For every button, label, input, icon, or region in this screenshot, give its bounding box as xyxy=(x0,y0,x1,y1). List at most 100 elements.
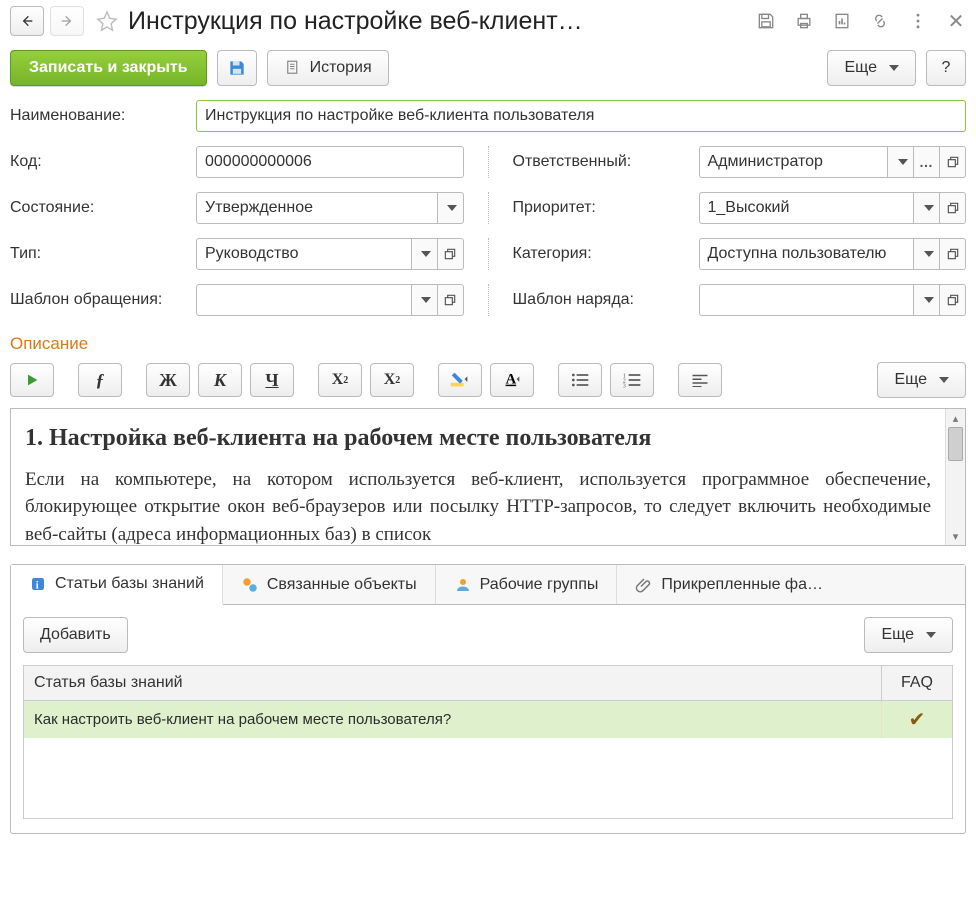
svg-text:3: 3 xyxy=(623,384,626,389)
save-icon[interactable] xyxy=(756,11,776,31)
request-template-dropdown-button[interactable] xyxy=(412,284,438,316)
users-icon xyxy=(454,576,472,594)
info-icon: i xyxy=(29,575,47,593)
back-button[interactable] xyxy=(10,6,44,36)
responsible-label: Ответственный: xyxy=(513,153,699,171)
tab-attachments[interactable]: Прикрепленные фа… xyxy=(617,565,965,604)
print-icon[interactable] xyxy=(794,11,814,31)
responsible-input[interactable]: Администратор xyxy=(699,146,889,178)
favorite-icon[interactable] xyxy=(96,10,118,32)
lower-tabs: i Статьи базы знаний Связанные объекты Р… xyxy=(10,564,966,834)
save-and-close-button[interactable]: Записать и закрыть xyxy=(10,50,207,86)
more-button-label: Еще xyxy=(844,59,877,77)
more-button[interactable]: Еще xyxy=(827,50,916,86)
add-button[interactable]: Добавить xyxy=(23,617,128,653)
close-icon[interactable]: ✕ xyxy=(946,11,966,31)
underline-button[interactable]: Ч xyxy=(250,363,294,397)
priority-label: Приоритет: xyxy=(513,199,699,217)
paperclip-icon xyxy=(635,576,653,594)
type-dropdown-button[interactable] xyxy=(412,238,438,270)
table-row[interactable]: Как настроить веб-клиент на рабочем мест… xyxy=(24,701,952,738)
table-empty-area[interactable] xyxy=(24,738,952,818)
category-dropdown-button[interactable] xyxy=(914,238,940,270)
tab-kb-label: Статьи базы знаний xyxy=(55,575,204,593)
editor-more-button[interactable]: Еще xyxy=(877,362,966,398)
responsible-dropdown-button[interactable] xyxy=(888,146,914,178)
scroll-thumb[interactable] xyxy=(948,427,963,461)
type-label: Тип: xyxy=(10,245,196,263)
link-icon[interactable] xyxy=(870,11,890,31)
tab-knowledge-base[interactable]: i Статьи базы знаний xyxy=(11,565,223,605)
code-input[interactable]: 000000000006 xyxy=(196,146,464,178)
name-input[interactable]: Инструкция по настройке веб-клиента поль… xyxy=(196,100,966,132)
priority-dropdown-button[interactable] xyxy=(914,192,940,224)
tab-linked-objects[interactable]: Связанные объекты xyxy=(223,565,436,604)
request-template-input[interactable] xyxy=(196,284,412,316)
editor-area: 1. Настройка веб-клиента на рабочем мест… xyxy=(10,408,966,546)
title-bar: Инструкция по настройке веб-клиент… ✕ xyxy=(0,0,976,46)
subscript-button[interactable]: X2 xyxy=(370,363,414,397)
command-bar: Записать и закрыть История Еще ? xyxy=(0,46,976,100)
col-article-header[interactable]: Статья базы знаний xyxy=(24,666,882,700)
help-button[interactable]: ? xyxy=(926,50,966,86)
workorder-template-input[interactable] xyxy=(699,284,915,316)
numbered-list-button[interactable]: 123 xyxy=(610,363,654,397)
cell-faq-checkmark: ✔ xyxy=(882,701,952,738)
tab-linked-label: Связанные объекты xyxy=(267,576,417,594)
category-input[interactable]: Доступна пользователю xyxy=(699,238,915,270)
state-input[interactable]: Утвержденное xyxy=(196,192,438,224)
bold-button[interactable]: Ж xyxy=(146,363,190,397)
function-icon[interactable]: ƒ xyxy=(78,363,122,397)
font-color-button[interactable]: A xyxy=(490,363,534,397)
report-icon[interactable] xyxy=(832,11,852,31)
type-open-button[interactable] xyxy=(438,238,464,270)
name-label: Наименование: xyxy=(10,107,196,125)
history-button-label: История xyxy=(310,59,372,77)
priority-input[interactable]: 1_Высокий xyxy=(699,192,915,224)
priority-open-button[interactable] xyxy=(940,192,966,224)
description-section-title: Описание xyxy=(0,330,976,362)
content-heading: 1. Настройка веб-клиента на рабочем мест… xyxy=(25,421,931,456)
cell-article: Как настроить веб-клиент на рабочем мест… xyxy=(24,701,882,738)
scroll-down-icon[interactable]: ▾ xyxy=(946,527,965,545)
sub-more-label: Еще xyxy=(881,626,914,644)
responsible-select-button[interactable]: … xyxy=(914,146,940,178)
request-template-label: Шаблон обращения: xyxy=(10,291,196,309)
richtext-editor[interactable]: 1. Настройка веб-клиента на рабочем мест… xyxy=(11,409,945,545)
request-template-open-button[interactable] xyxy=(438,284,464,316)
responsible-open-button[interactable] xyxy=(940,146,966,178)
category-open-button[interactable] xyxy=(940,238,966,270)
state-dropdown-button[interactable] xyxy=(438,192,464,224)
forward-button[interactable] xyxy=(50,6,84,36)
kb-table: Статья базы знаний FAQ Как настроить веб… xyxy=(23,665,953,819)
play-icon[interactable] xyxy=(10,363,54,397)
more-menu-icon[interactable] xyxy=(908,11,928,31)
bulleted-list-button[interactable] xyxy=(558,363,602,397)
italic-button[interactable]: К xyxy=(198,363,242,397)
editor-more-label: Еще xyxy=(894,371,927,389)
col-faq-header[interactable]: FAQ xyxy=(882,666,952,700)
highlight-button[interactable] xyxy=(438,363,482,397)
linked-icon xyxy=(241,576,259,594)
svg-text:A: A xyxy=(506,372,517,388)
editor-toolbar: ƒ Ж К Ч X2 X2 A 123 Еще xyxy=(0,362,976,408)
tab-workgroups-label: Рабочие группы xyxy=(480,576,599,594)
history-button[interactable]: История xyxy=(267,50,389,86)
state-label: Состояние: xyxy=(10,199,196,217)
align-left-button[interactable] xyxy=(678,363,722,397)
workorder-template-open-button[interactable] xyxy=(940,284,966,316)
save-button[interactable] xyxy=(217,50,257,86)
superscript-button[interactable]: X2 xyxy=(318,363,362,397)
svg-text:i: i xyxy=(36,581,39,592)
workorder-template-dropdown-button[interactable] xyxy=(914,284,940,316)
category-label: Категория: xyxy=(513,245,699,263)
code-label: Код: xyxy=(10,153,196,171)
tab-attachments-label: Прикрепленные фа… xyxy=(661,576,823,594)
editor-scrollbar[interactable]: ▴ ▾ xyxy=(945,409,965,545)
page-title: Инструкция по настройке веб-клиент… xyxy=(128,7,740,36)
type-input[interactable]: Руководство xyxy=(196,238,412,270)
scroll-up-icon[interactable]: ▴ xyxy=(946,409,965,427)
content-body: Если на компьютере, на котором используе… xyxy=(25,466,931,545)
sub-more-button[interactable]: Еще xyxy=(864,617,953,653)
tab-workgroups[interactable]: Рабочие группы xyxy=(436,565,618,604)
